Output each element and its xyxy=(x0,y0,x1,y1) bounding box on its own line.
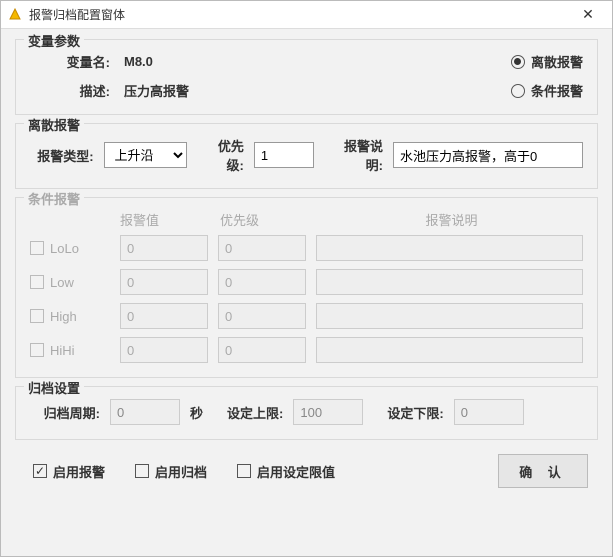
col-head-priority: 优先级 xyxy=(220,210,320,229)
label-alarm-type: 报警类型: xyxy=(30,146,94,165)
client-area: 变量参数 变量名: M8.0 描述: 压力高报警 离散报警 xyxy=(1,29,612,556)
group-discrete: 离散报警 报警类型: 上升沿 优先级: 报警说明: xyxy=(15,123,598,189)
select-alarm-type[interactable]: 上升沿 xyxy=(104,142,187,168)
input-low-desc xyxy=(316,269,583,295)
label-alarm-desc: 报警说明: xyxy=(332,136,383,174)
input-high-value xyxy=(120,303,208,329)
value-var-desc: 压力高报警 xyxy=(124,81,189,100)
input-hihi-value xyxy=(120,337,208,363)
label-var-desc: 描述: xyxy=(30,81,110,100)
cond-row-low: Low xyxy=(30,269,583,295)
input-lolo-desc xyxy=(316,235,583,261)
footer-row: 启用报警 启用归档 启用设定限值 确 认 xyxy=(15,448,598,488)
radio-condition-alarm[interactable]: 条件报警 xyxy=(511,81,583,100)
alarm-mode-radio-group: 离散报警 条件报警 xyxy=(511,52,583,100)
cond-row-hihi: HiHi xyxy=(30,337,583,363)
check-enable-alarm[interactable]: 启用报警 xyxy=(33,462,105,481)
check-low: Low xyxy=(30,275,110,290)
label-period-unit: 秒 xyxy=(190,403,203,422)
input-hihi-priority xyxy=(218,337,306,363)
cond-table-header: 报警值 优先级 报警说明 xyxy=(30,210,583,229)
bell-icon xyxy=(7,7,23,23)
input-priority[interactable] xyxy=(254,142,314,168)
input-low-priority xyxy=(218,269,306,295)
check-lolo-label: LoLo xyxy=(50,241,79,256)
check-enable-archive[interactable]: 启用归档 xyxy=(135,462,207,481)
input-high-priority xyxy=(218,303,306,329)
confirm-button-label: 确 认 xyxy=(519,462,567,481)
group-archive-legend: 归档设置 xyxy=(24,378,84,397)
label-upper-limit: 设定上限: xyxy=(227,403,283,422)
check-enable-archive-label: 启用归档 xyxy=(155,462,207,481)
group-condition: 条件报警 报警值 优先级 报警说明 LoLo xyxy=(15,197,598,378)
group-archive: 归档设置 归档周期: 秒 设定上限: 设定下限: xyxy=(15,386,598,440)
input-lolo-priority xyxy=(218,235,306,261)
group-discrete-legend: 离散报警 xyxy=(24,115,84,134)
check-high: High xyxy=(30,309,110,324)
input-high-desc xyxy=(316,303,583,329)
col-head-desc: 报警说明 xyxy=(320,210,583,229)
check-lolo: LoLo xyxy=(30,241,110,256)
check-enable-alarm-label: 启用报警 xyxy=(53,462,105,481)
radio-condition-label: 条件报警 xyxy=(531,81,583,100)
cond-row-lolo: LoLo xyxy=(30,235,583,261)
input-upper-limit xyxy=(293,399,363,425)
check-low-label: Low xyxy=(50,275,74,290)
group-variable: 变量参数 变量名: M8.0 描述: 压力高报警 离散报警 xyxy=(15,39,598,115)
input-low-value xyxy=(120,269,208,295)
col-head-value: 报警值 xyxy=(120,210,220,229)
label-archive-period: 归档周期: xyxy=(30,403,100,422)
check-enable-limits-label: 启用设定限值 xyxy=(257,462,335,481)
check-enable-limits[interactable]: 启用设定限值 xyxy=(237,462,335,481)
input-hihi-desc xyxy=(316,337,583,363)
group-condition-legend: 条件报警 xyxy=(24,189,84,208)
check-high-label: High xyxy=(50,309,77,324)
input-lower-limit xyxy=(454,399,524,425)
input-archive-period xyxy=(110,399,180,425)
radio-discrete-alarm[interactable]: 离散报警 xyxy=(511,52,583,71)
dialog-window: 报警归档配置窗体 ✕ 变量参数 变量名: M8.0 描述: 压力高报警 xyxy=(0,0,613,557)
radio-discrete-label: 离散报警 xyxy=(531,52,583,71)
cond-row-high: High xyxy=(30,303,583,329)
check-hihi-label: HiHi xyxy=(50,343,75,358)
value-var-name: M8.0 xyxy=(124,54,153,69)
titlebar: 报警归档配置窗体 ✕ xyxy=(1,1,612,29)
label-priority: 优先级: xyxy=(205,136,244,174)
window-title: 报警归档配置窗体 xyxy=(29,6,570,23)
input-alarm-desc[interactable] xyxy=(393,142,583,168)
confirm-button[interactable]: 确 认 xyxy=(498,454,588,488)
input-lolo-value xyxy=(120,235,208,261)
close-icon[interactable]: ✕ xyxy=(570,4,606,26)
group-variable-legend: 变量参数 xyxy=(24,31,84,50)
label-var-name: 变量名: xyxy=(30,52,110,71)
check-hihi: HiHi xyxy=(30,343,110,358)
label-lower-limit: 设定下限: xyxy=(387,403,443,422)
